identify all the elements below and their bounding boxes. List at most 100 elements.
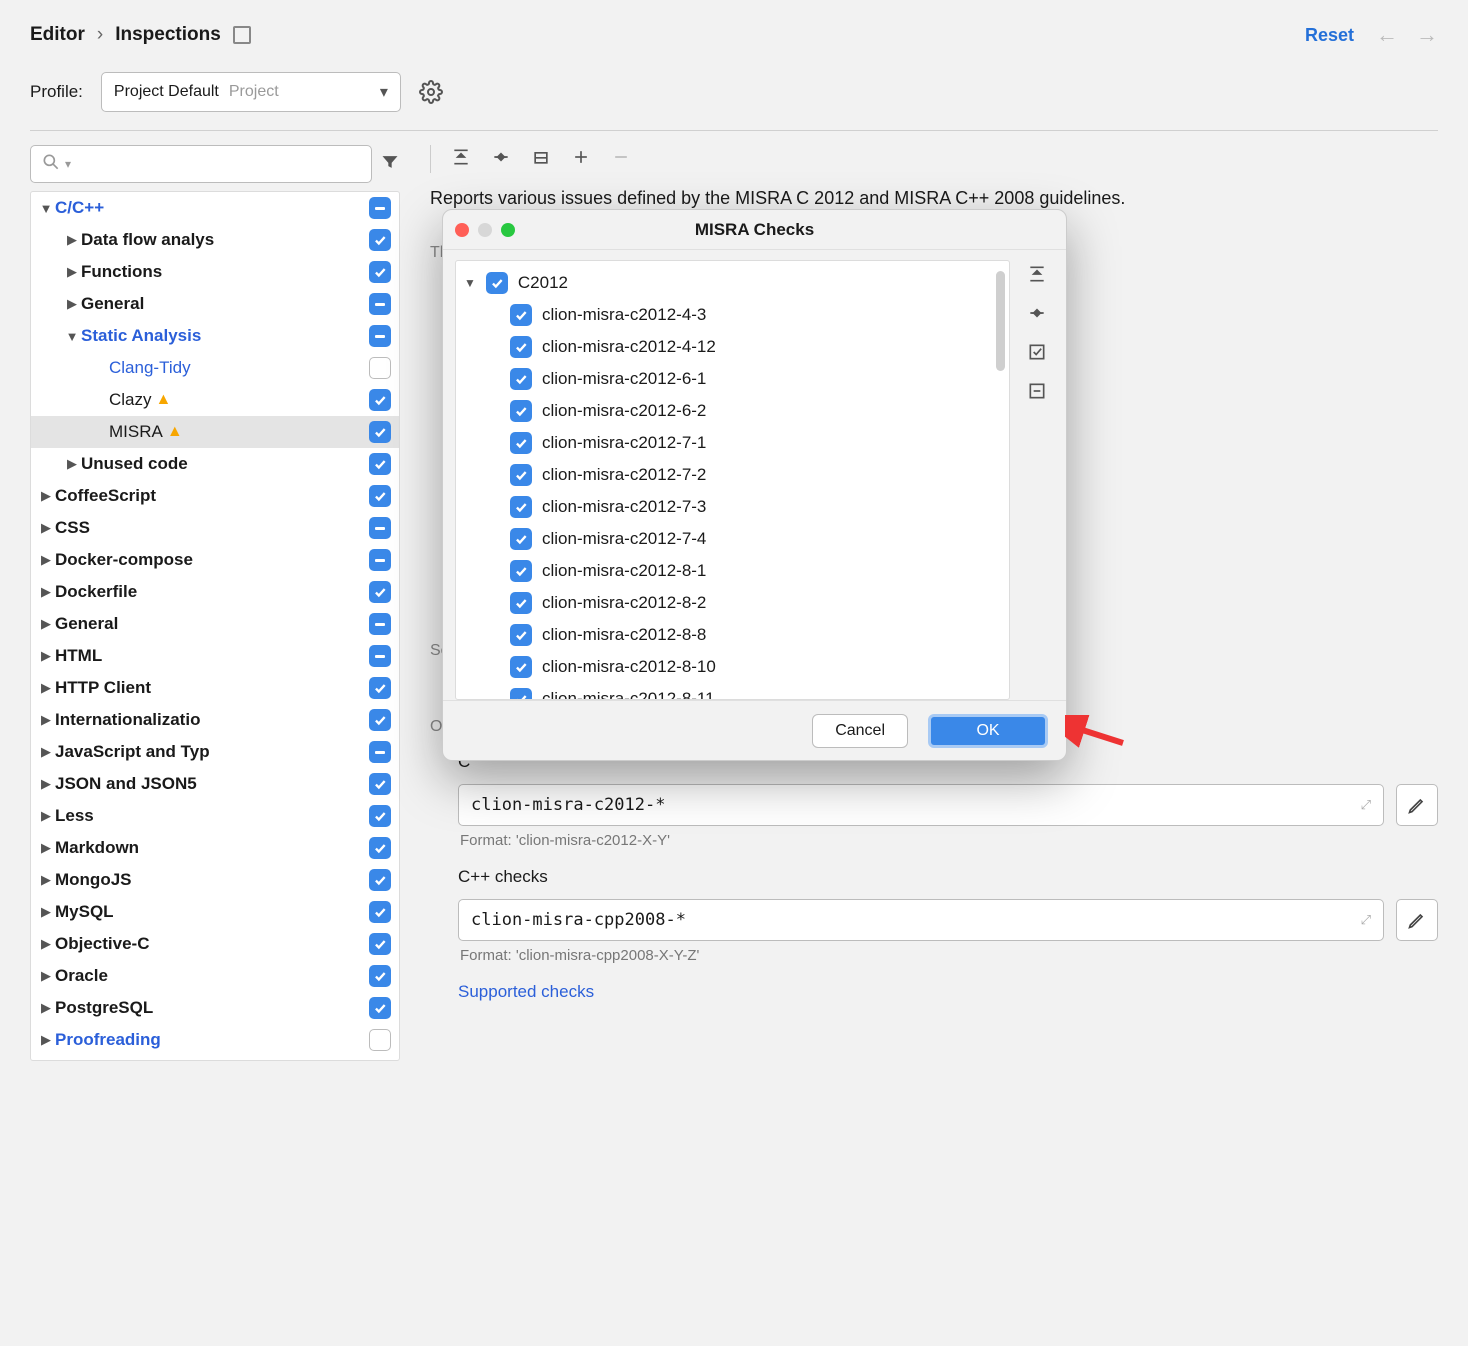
checkbox[interactable] bbox=[369, 773, 391, 795]
checkbox[interactable] bbox=[369, 517, 391, 539]
check-item[interactable]: clion-misra-c2012-7-4 bbox=[456, 523, 1009, 555]
tree-item[interactable]: ▶CSS bbox=[31, 512, 399, 544]
chevron-icon[interactable]: ▶ bbox=[37, 968, 55, 984]
check-item[interactable]: clion-misra-c2012-8-11 bbox=[456, 683, 1009, 700]
checkbox[interactable] bbox=[369, 421, 391, 443]
check-item[interactable]: clion-misra-c2012-7-2 bbox=[456, 459, 1009, 491]
chevron-icon[interactable]: ▶ bbox=[37, 616, 55, 632]
back-icon[interactable]: ← bbox=[1376, 22, 1398, 48]
tree-item[interactable]: Clang-Tidy bbox=[31, 352, 399, 384]
check-item[interactable]: clion-misra-c2012-4-12 bbox=[456, 331, 1009, 363]
search-input[interactable]: ▾ bbox=[30, 145, 372, 183]
chevron-icon[interactable]: ▶ bbox=[37, 1000, 55, 1016]
deselect-all-icon[interactable] bbox=[1027, 381, 1047, 406]
check-item[interactable]: clion-misra-c2012-4-3 bbox=[456, 299, 1009, 331]
checkbox[interactable] bbox=[369, 933, 391, 955]
check-item[interactable]: clion-misra-c2012-8-8 bbox=[456, 619, 1009, 651]
tree-item[interactable]: ▶Objective-C bbox=[31, 928, 399, 960]
cpp-checks-input[interactable]: clion-misra-cpp2008-* ⤢ bbox=[458, 899, 1384, 941]
checkbox[interactable] bbox=[510, 400, 532, 422]
tree-item[interactable]: ▶Docker-compose bbox=[31, 544, 399, 576]
tree-item[interactable]: ▶Proofreading bbox=[31, 1024, 399, 1056]
checkbox[interactable] bbox=[369, 357, 391, 379]
chevron-icon[interactable]: ▶ bbox=[37, 520, 55, 536]
gear-icon[interactable] bbox=[419, 80, 443, 104]
checkbox[interactable] bbox=[510, 688, 532, 700]
checkbox[interactable] bbox=[510, 560, 532, 582]
checkbox[interactable] bbox=[369, 229, 391, 251]
cancel-button[interactable]: Cancel bbox=[812, 714, 908, 748]
collapse-all-icon[interactable] bbox=[491, 147, 511, 172]
tree-item[interactable]: ▶MySQL bbox=[31, 896, 399, 928]
checkbox[interactable] bbox=[369, 549, 391, 571]
checkbox[interactable] bbox=[369, 645, 391, 667]
checkbox[interactable] bbox=[369, 613, 391, 635]
chevron-icon[interactable]: ▼ bbox=[63, 329, 81, 344]
select-all-icon[interactable] bbox=[1027, 342, 1047, 367]
checkbox[interactable] bbox=[369, 837, 391, 859]
tree-item[interactable]: ▶HTML bbox=[31, 640, 399, 672]
chevron-icon[interactable]: ▶ bbox=[37, 808, 55, 824]
c-checks-input[interactable]: clion-misra-c2012-* ⤢ bbox=[458, 784, 1384, 826]
supported-checks-link[interactable]: Supported checks bbox=[458, 982, 594, 1001]
chevron-icon[interactable]: ▶ bbox=[37, 584, 55, 600]
inspection-tree[interactable]: ▼C/C++▶Data flow analys▶Functions▶Genera… bbox=[30, 191, 400, 1061]
check-item[interactable]: clion-misra-c2012-8-1 bbox=[456, 555, 1009, 587]
checkbox[interactable] bbox=[369, 805, 391, 827]
forward-icon[interactable]: → bbox=[1416, 22, 1438, 48]
expand-all-icon[interactable] bbox=[1027, 264, 1047, 289]
tree-item[interactable]: ▶MongoJS bbox=[31, 864, 399, 896]
maximize-icon[interactable] bbox=[501, 223, 515, 237]
checkbox[interactable] bbox=[510, 496, 532, 518]
checkbox[interactable] bbox=[369, 901, 391, 923]
tree-item[interactable]: ▶JavaScript and Typ bbox=[31, 736, 399, 768]
tree-item[interactable]: ▶Functions bbox=[31, 256, 399, 288]
checkbox[interactable] bbox=[510, 624, 532, 646]
checkbox[interactable] bbox=[510, 368, 532, 390]
check-item[interactable]: clion-misra-c2012-6-1 bbox=[456, 363, 1009, 395]
checkbox[interactable] bbox=[369, 869, 391, 891]
chevron-icon[interactable]: ▶ bbox=[37, 488, 55, 504]
checkbox[interactable] bbox=[369, 453, 391, 475]
chevron-icon[interactable]: ▶ bbox=[37, 776, 55, 792]
tree-item[interactable]: ▼Static Analysis bbox=[31, 320, 399, 352]
edit-cpp-checks-button[interactable] bbox=[1396, 899, 1438, 941]
checkbox[interactable] bbox=[369, 293, 391, 315]
chevron-icon[interactable]: ▶ bbox=[37, 840, 55, 856]
chevron-icon[interactable]: ▶ bbox=[63, 264, 81, 280]
chevron-icon[interactable]: ▶ bbox=[37, 648, 55, 664]
check-item[interactable]: clion-misra-c2012-7-3 bbox=[456, 491, 1009, 523]
tree-item[interactable]: ▶Less bbox=[31, 800, 399, 832]
edit-c-checks-button[interactable] bbox=[1396, 784, 1438, 826]
dialog-titlebar[interactable]: MISRA Checks bbox=[443, 210, 1066, 250]
checkbox[interactable] bbox=[369, 325, 391, 347]
chevron-icon[interactable]: ▶ bbox=[37, 712, 55, 728]
chevron-icon[interactable]: ▶ bbox=[37, 744, 55, 760]
checkbox[interactable] bbox=[369, 997, 391, 1019]
checkbox[interactable] bbox=[369, 741, 391, 763]
checkbox[interactable] bbox=[369, 261, 391, 283]
tree-item[interactable]: ▶General bbox=[31, 288, 399, 320]
chevron-icon[interactable]: ▶ bbox=[37, 936, 55, 952]
tree-item[interactable]: ▶Dockerfile bbox=[31, 576, 399, 608]
chevron-icon[interactable]: ▶ bbox=[37, 872, 55, 888]
filter-icon[interactable] bbox=[380, 152, 400, 177]
checkbox[interactable] bbox=[369, 1029, 391, 1051]
checkbox[interactable] bbox=[369, 485, 391, 507]
collapse-all-icon[interactable] bbox=[1027, 303, 1047, 328]
checkbox[interactable] bbox=[510, 656, 532, 678]
chevron-icon[interactable]: ▶ bbox=[63, 232, 81, 248]
reset-button[interactable]: Reset bbox=[1305, 25, 1354, 46]
tree-item[interactable]: ▶JSON and JSON5 bbox=[31, 768, 399, 800]
checkbox[interactable] bbox=[510, 592, 532, 614]
tree-item[interactable]: ▶General bbox=[31, 608, 399, 640]
check-item[interactable]: clion-misra-c2012-8-2 bbox=[456, 587, 1009, 619]
tree-item[interactable]: ▶Oracle bbox=[31, 960, 399, 992]
tree-item[interactable]: ▶Data flow analys bbox=[31, 224, 399, 256]
reset-default-icon[interactable] bbox=[531, 147, 551, 172]
checkbox[interactable] bbox=[369, 197, 391, 219]
chevron-icon[interactable]: ▶ bbox=[37, 552, 55, 568]
checkbox[interactable] bbox=[486, 272, 508, 294]
profile-select[interactable]: Project Default Project ▾ bbox=[101, 72, 401, 112]
check-item[interactable]: clion-misra-c2012-6-2 bbox=[456, 395, 1009, 427]
